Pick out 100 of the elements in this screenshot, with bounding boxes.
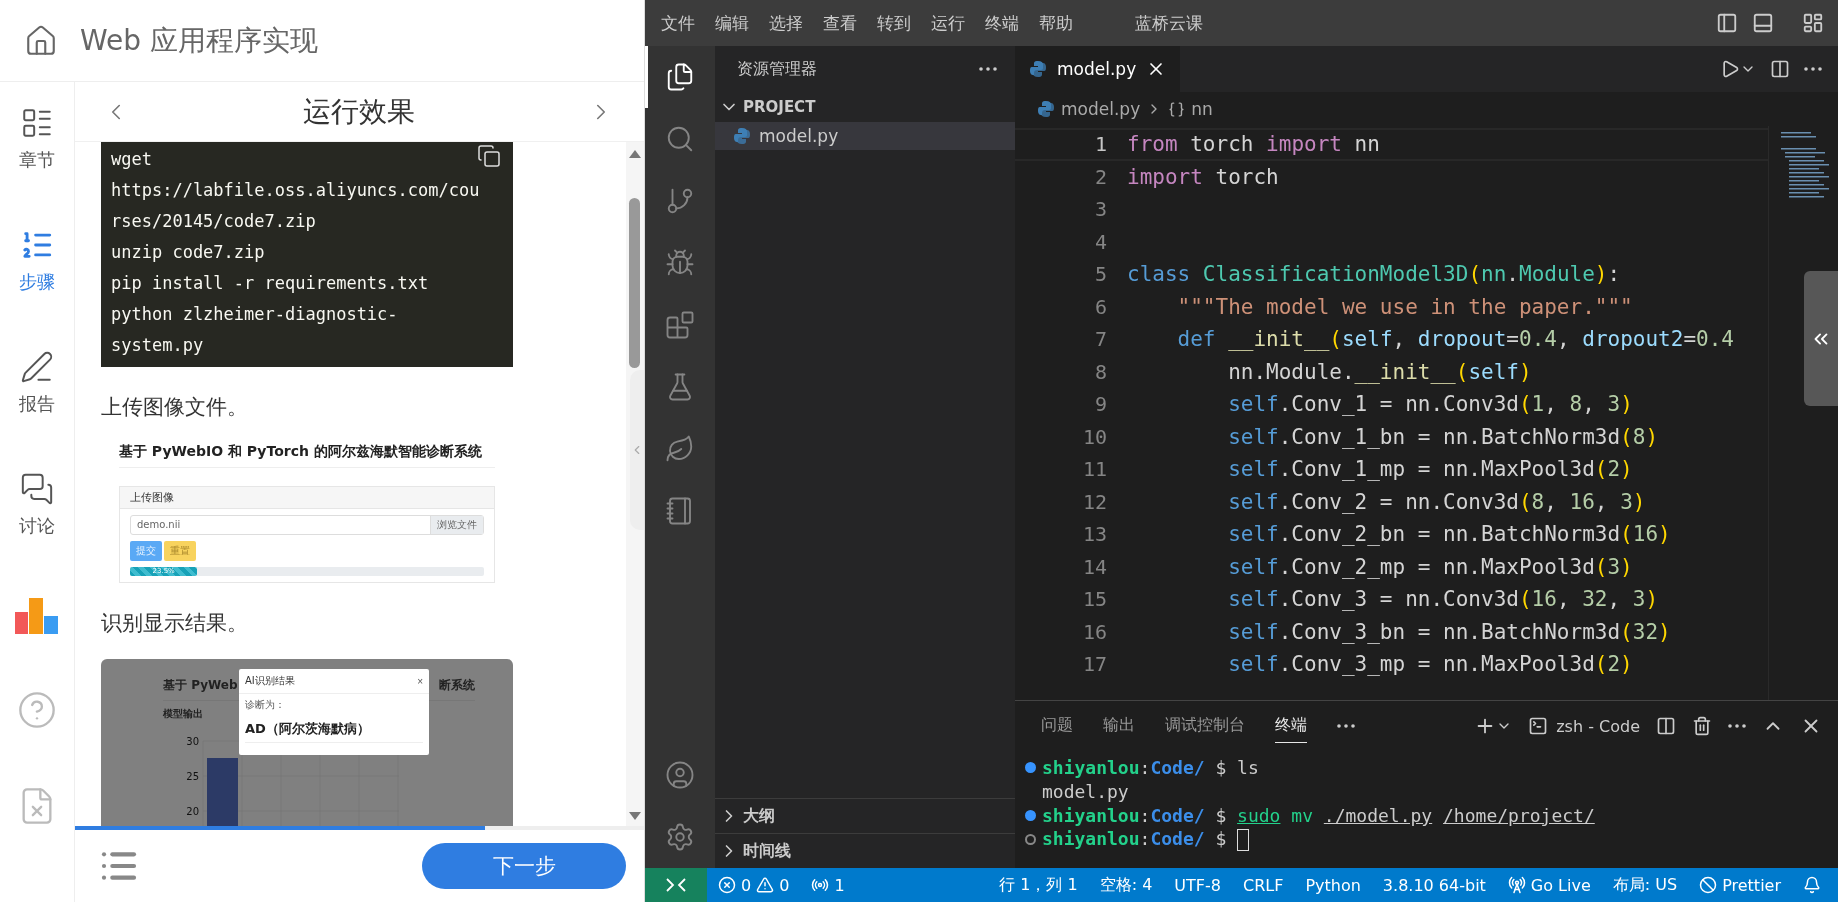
terminal-selector[interactable]: zsh - Code [1528, 716, 1640, 736]
file-field[interactable]: demo.nii 浏览文件 [130, 515, 484, 535]
line-number: 9 [1093, 392, 1107, 417]
panel-tab[interactable]: 问题 [1041, 709, 1073, 743]
line-number: 13 [1081, 522, 1107, 547]
editor-tab[interactable]: model.py [1015, 46, 1181, 92]
more-icon [1337, 724, 1355, 728]
line-number: 8 [1093, 359, 1107, 384]
nav-item[interactable]: 报告 [19, 350, 55, 416]
panel-left-icon [1716, 12, 1738, 34]
status-item[interactable]: CRLF [1232, 868, 1295, 902]
warning-icon [756, 876, 775, 894]
ports-status[interactable]: 1 [800, 868, 856, 902]
line-number: 4 [1093, 229, 1107, 254]
problems-status[interactable]: 0 0 [707, 868, 801, 902]
code-line: unzip code7.zip [111, 241, 265, 264]
window-title: 蓝桥云课 [1135, 11, 1203, 35]
status-item[interactable]: 3.8.10 64-bit [1371, 868, 1497, 902]
diagnosis-result: AD（阿尔茨海默病） [245, 720, 423, 743]
ban-icon [1699, 876, 1718, 894]
menu-item[interactable]: 编辑 [705, 11, 759, 35]
status-item[interactable]: UTF-8 [1163, 868, 1232, 902]
braces-icon [1168, 100, 1186, 118]
code-line: https://labfile.oss.aliyuncs.com/cou [111, 179, 480, 202]
dialog-title: AI识别结果 [245, 674, 295, 688]
code-line: rses/20145/code7.zip [111, 210, 316, 233]
code-line: self.Conv_2_bn = nn.BatchNorm3d(16) [1227, 522, 1671, 547]
panel-tab[interactable]: 调试控制台 [1165, 709, 1245, 743]
status-item[interactable]: 行 1，列 1 [988, 868, 1089, 902]
files-icon [665, 62, 695, 92]
nav-item[interactable]: 步骤 [19, 228, 55, 294]
more-button[interactable] [1337, 724, 1355, 728]
nav-item[interactable]: 章节 [19, 106, 55, 172]
panel-title: 上传图像 [120, 487, 494, 509]
line-number: 17 [1081, 652, 1107, 677]
go-live-button[interactable]: Go Live [1496, 868, 1602, 902]
split-icon [1770, 59, 1790, 79]
code-line: self.Conv_3_bn = nn.BatchNorm3d(32) [1227, 619, 1671, 644]
toggle-sidebar-button[interactable] [1716, 12, 1738, 34]
file-name: demo.nii [136, 518, 182, 532]
branch-icon [665, 186, 695, 216]
section-header[interactable]: 大纲 [715, 798, 1015, 833]
menu-item[interactable]: 选择 [759, 11, 813, 35]
python-file-icon [1037, 100, 1055, 118]
breadcrumb-item[interactable]: model.py [1061, 99, 1141, 119]
menu-item[interactable]: 运行 [921, 11, 975, 35]
panel-bottom-icon [1752, 12, 1774, 34]
code-line: self.Conv_2_mp = nn.MaxPool3d(3) [1227, 554, 1633, 579]
folder-row[interactable]: PROJECT [715, 92, 1015, 122]
diagnosis-label: 诊断为： [245, 698, 286, 712]
breadcrumb-item[interactable]: nn [1191, 99, 1213, 119]
collapse-handle[interactable] [630, 370, 644, 530]
browse-button[interactable]: 浏览文件 [430, 516, 483, 534]
remote-button[interactable] [645, 868, 707, 902]
menu-item[interactable]: 帮助 [1029, 11, 1083, 35]
menu-item[interactable]: 查看 [813, 11, 867, 35]
close-button[interactable]: × [417, 675, 423, 687]
step-title: 运行效果 [302, 93, 415, 130]
menu-item[interactable]: 终端 [975, 11, 1029, 35]
status-item[interactable]: 空格: 4 [1088, 868, 1164, 902]
line-number: 15 [1081, 587, 1107, 612]
status-item[interactable]: 布局: US [1601, 868, 1689, 902]
more-button[interactable] [1804, 67, 1822, 71]
scrollbar-thumb[interactable] [629, 198, 640, 368]
page-title: 基于 PyWeb [163, 677, 238, 694]
leaf-icon [665, 434, 695, 464]
line-number: 14 [1081, 554, 1107, 579]
copy-button[interactable] [477, 144, 501, 168]
line-number: 6 [1093, 294, 1107, 319]
prettier-status[interactable]: Prettier [1688, 868, 1792, 902]
toggle-panel-button[interactable] [1752, 12, 1774, 34]
line-number: 11 [1081, 457, 1107, 482]
panel-tab[interactable]: 终端 [1275, 709, 1307, 743]
status-item[interactable]: Python [1294, 868, 1372, 902]
file-item[interactable]: model.py [715, 122, 1015, 150]
terminal-icon [1528, 716, 1549, 736]
split-terminal-button[interactable] [1656, 716, 1676, 736]
layout-button[interactable] [1802, 12, 1824, 34]
page-title: 断系统 [439, 677, 475, 694]
nav-label: 步骤 [19, 270, 55, 294]
blocks-icon [665, 310, 695, 340]
bell-icon [1803, 876, 1821, 894]
nav-item[interactable]: 讨论 [19, 472, 55, 538]
remote-icon [665, 876, 687, 894]
delete-button[interactable] [1692, 716, 1712, 736]
settings-icon [665, 822, 695, 852]
menu-item[interactable]: 转到 [867, 11, 921, 35]
code-line: self.Conv_1_mp = nn.MaxPool3d(2) [1227, 457, 1633, 482]
next-button[interactable]: 下一步 [422, 843, 626, 889]
code-line: """The model we use in the paper.""" [1176, 294, 1633, 319]
more-button[interactable] [1728, 724, 1746, 728]
split-editor-button[interactable] [1770, 59, 1790, 79]
home-icon[interactable] [24, 23, 58, 58]
more-button[interactable] [979, 67, 997, 71]
collapse-handle[interactable] [1804, 271, 1838, 406]
menu-item[interactable]: 文件 [651, 11, 705, 35]
terminal-line: shiyanlou:Code/ $ ls [1042, 756, 1259, 778]
more-icon [979, 67, 997, 71]
python-file-icon [1029, 60, 1047, 78]
panel-tab[interactable]: 输出 [1103, 709, 1135, 743]
